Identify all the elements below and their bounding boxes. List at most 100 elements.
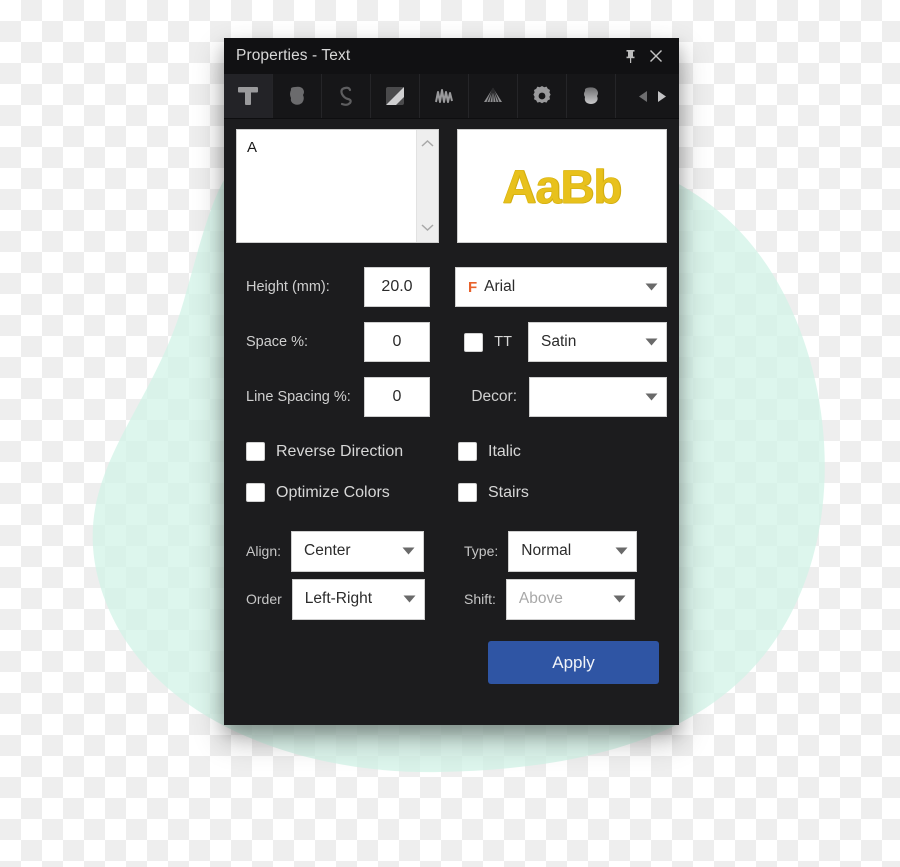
tab-shape[interactable]: [567, 74, 616, 118]
align-type-row: Align: Center Type: Normal: [236, 527, 667, 575]
chevron-down-icon: [633, 338, 658, 346]
order-label: Order: [246, 591, 282, 607]
tt-checkbox[interactable]: [464, 332, 484, 352]
font-type-tag: F: [468, 278, 478, 296]
font-select-value: Arial: [484, 278, 516, 295]
tab-navigation: [628, 74, 679, 118]
order-select[interactable]: Left-Right: [291, 578, 425, 620]
line-spacing-label: Line Spacing %:: [246, 389, 351, 405]
apply-row: Apply: [236, 641, 667, 684]
reverse-direction-wrap: Reverse Direction: [236, 442, 458, 461]
curve-s-icon: [334, 84, 358, 108]
tab-fill[interactable]: [273, 74, 322, 118]
decor-wrap: Decor:: [471, 377, 667, 417]
align-label: Align:: [246, 543, 282, 559]
field-grid: Height (mm): 20.0 F Arial Space %: 0 TT …: [236, 265, 667, 419]
tab-settings[interactable]: [518, 74, 567, 118]
tab-text[interactable]: [224, 74, 273, 118]
chevron-down-icon: [601, 595, 626, 603]
space-label: Space %:: [246, 334, 309, 350]
line-spacing-input[interactable]: 0: [364, 377, 430, 417]
stairs-wrap: Stairs: [458, 483, 667, 502]
checkbox-reverse-direction[interactable]: Reverse Direction: [246, 442, 458, 461]
blob-shape-icon: [579, 84, 603, 108]
text-and-preview-row: A AaBb: [236, 129, 667, 243]
optimize-colors-label: Optimize Colors: [276, 483, 390, 501]
pin-icon[interactable]: [617, 43, 643, 69]
tab-zigzag[interactable]: [420, 74, 469, 118]
close-icon[interactable]: [643, 43, 669, 69]
optimize-colors-wrap: Optimize Colors: [236, 483, 458, 502]
align-select-value: Center: [304, 542, 351, 559]
chevron-down-icon: [603, 547, 628, 555]
fan-stitch-icon: [480, 84, 506, 108]
layout-select-grid: Align: Center Type: Normal Order Left-Ri…: [236, 527, 667, 623]
chevron-up-icon[interactable]: [421, 135, 434, 153]
text-input-box[interactable]: A: [236, 129, 439, 243]
gear-icon: [530, 84, 554, 108]
height-label: Height (mm):: [246, 279, 330, 295]
height-row: Height (mm): 20.0 F Arial: [236, 265, 667, 309]
decor-select[interactable]: [529, 377, 667, 417]
zigzag-icon: [432, 84, 456, 108]
chevron-down-icon: [391, 595, 416, 603]
align-group: Align: Center: [236, 530, 464, 572]
reverse-direction-label: Reverse Direction: [276, 442, 404, 460]
tab-fan[interactable]: [469, 74, 518, 118]
italic-label: Italic: [488, 442, 521, 460]
line-spacing-row: Line Spacing %: 0 Decor:: [236, 375, 667, 419]
reverse-direction-checkbox[interactable]: [246, 442, 265, 461]
shift-select-value: Above: [518, 590, 563, 607]
italic-checkbox[interactable]: [458, 442, 477, 461]
space-row: Space %: 0 TT Satin: [236, 320, 667, 364]
checkbox-italic[interactable]: Italic: [458, 442, 667, 461]
font-preview-panel: AaBb: [456, 129, 667, 243]
checkbox-row-1: Reverse Direction Italic: [236, 431, 667, 472]
space-input[interactable]: 0: [364, 322, 430, 362]
tab-outline[interactable]: [322, 74, 371, 118]
blob-fill-icon: [285, 84, 309, 108]
stitch-type-value: Satin: [541, 333, 577, 350]
text-scrollbar[interactable]: [415, 130, 438, 242]
stairs-checkbox[interactable]: [458, 483, 477, 502]
stitch-type-wrap: TT Satin: [464, 322, 667, 362]
shift-label: Shift:: [464, 591, 496, 607]
apply-button[interactable]: Apply: [488, 641, 659, 684]
triangle-left-icon[interactable]: [638, 90, 649, 103]
italic-wrap: Italic: [458, 442, 667, 461]
decor-label: Decor:: [471, 388, 517, 405]
checkbox-row-2: Optimize Colors Stairs: [236, 472, 667, 513]
tab-gradient[interactable]: [371, 74, 420, 118]
dialog-titlebar[interactable]: Properties - Text: [224, 38, 679, 74]
type-group: Type: Normal: [464, 530, 638, 572]
type-label: Type:: [464, 543, 499, 559]
square-fold-icon: [383, 84, 407, 108]
font-select-wrap: F Arial: [455, 267, 667, 307]
checkbox-stairs[interactable]: Stairs: [458, 483, 667, 502]
type-select-value: Normal: [521, 542, 572, 559]
dialog-title: Properties - Text: [236, 47, 351, 64]
checkbox-optimize-colors[interactable]: Optimize Colors: [246, 483, 458, 502]
tt-label: TT: [494, 334, 512, 350]
preview-sample-text: AaBb: [502, 159, 622, 213]
order-select-value: Left-Right: [304, 590, 372, 607]
type-select[interactable]: Normal: [508, 530, 638, 572]
chevron-down-icon[interactable]: [421, 219, 434, 237]
options-checkbox-grid: Reverse Direction Italic Optimize Colors: [236, 431, 667, 513]
tt-checkbox-row[interactable]: TT: [464, 332, 512, 352]
dialog-body: A AaBb Height (mm): 20.0 F Arial Space %…: [224, 119, 679, 696]
optimize-colors-checkbox[interactable]: [246, 483, 265, 502]
font-select[interactable]: F Arial: [455, 267, 667, 307]
tab-strip: [224, 74, 679, 119]
height-input[interactable]: 20.0: [364, 267, 430, 307]
shift-group: Shift: Above: [464, 578, 635, 620]
align-select[interactable]: Center: [291, 530, 425, 572]
chevron-down-icon: [633, 393, 658, 401]
chevron-down-icon: [633, 283, 658, 291]
order-shift-row: Order Left-Right Shift: Above: [236, 575, 667, 623]
properties-text-dialog: Properties - Text A AaBb Height (mm): 20…: [224, 38, 679, 725]
text-input[interactable]: A: [237, 130, 416, 242]
stitch-type-select[interactable]: Satin: [528, 322, 667, 362]
shift-select[interactable]: Above: [505, 578, 635, 620]
triangle-right-icon[interactable]: [656, 90, 667, 103]
